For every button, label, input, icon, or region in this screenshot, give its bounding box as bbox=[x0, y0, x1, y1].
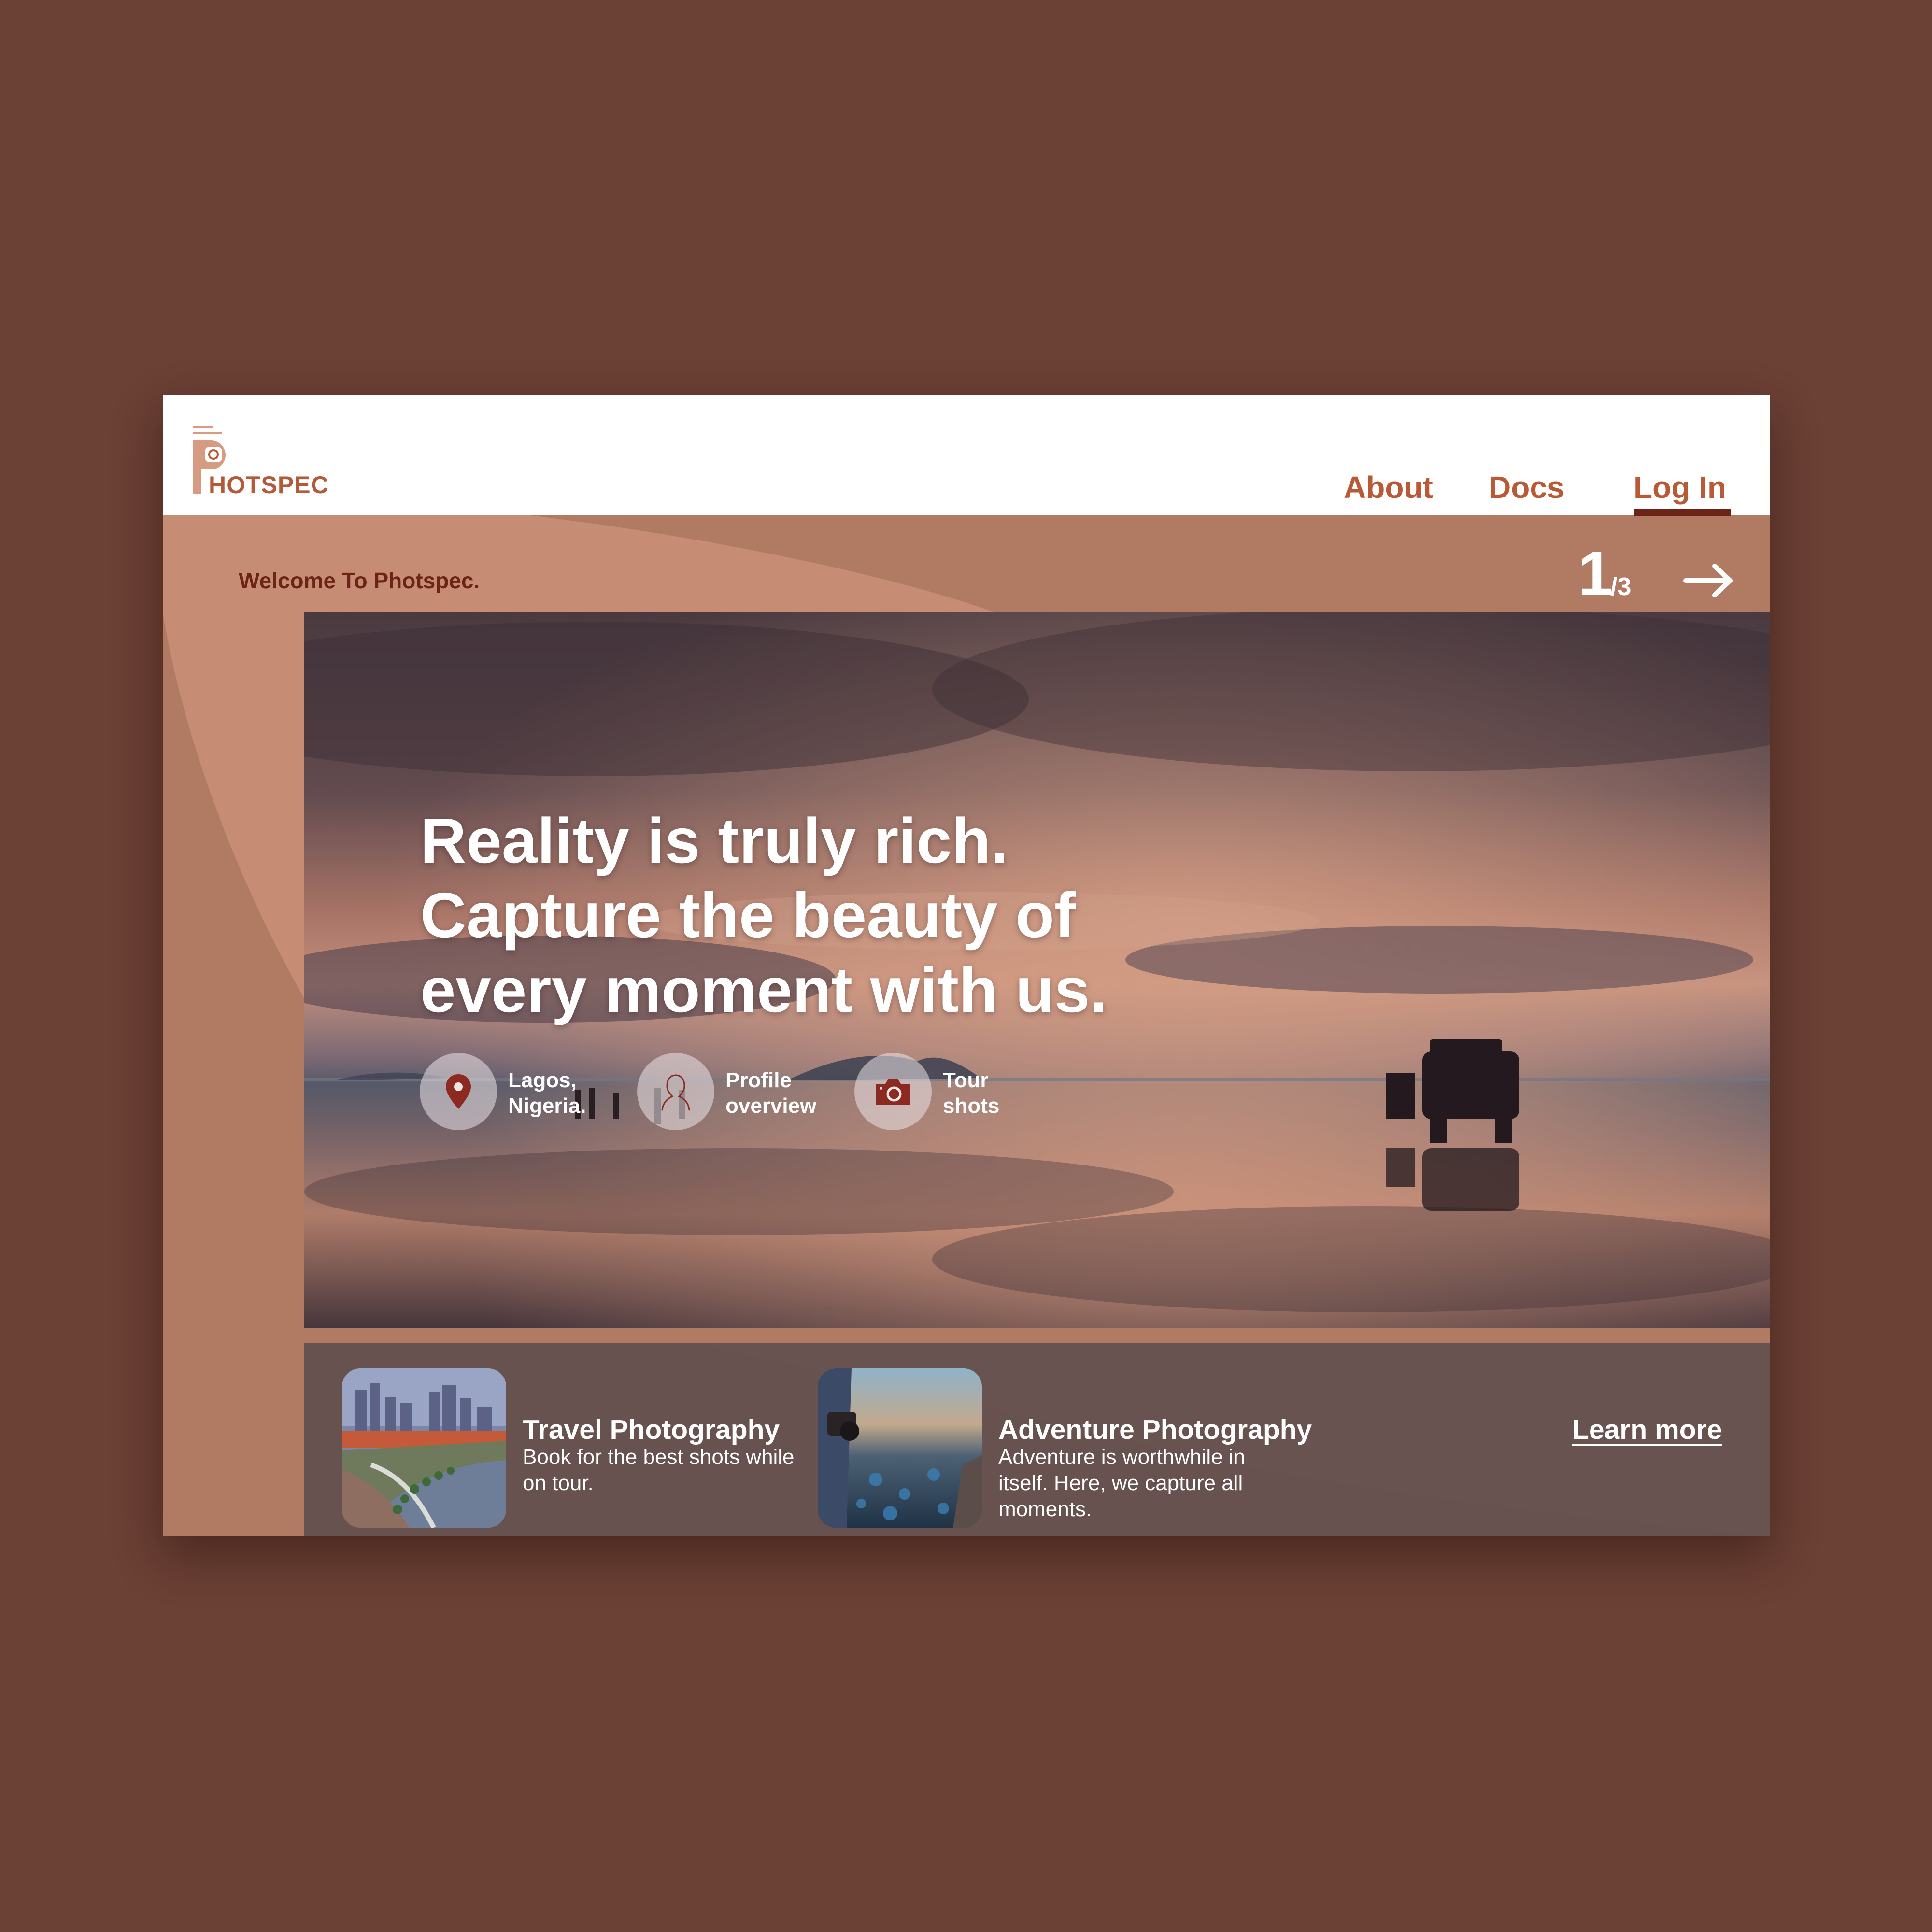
feature-location-circle bbox=[420, 1053, 497, 1130]
feature-profile-text: Profile overview bbox=[725, 1067, 816, 1119]
camera-icon bbox=[876, 1079, 910, 1105]
app-window: HOTSPEC About Docs Log In Welcome To Pho… bbox=[163, 395, 1770, 1536]
nav-about-link[interactable]: About bbox=[1344, 469, 1433, 505]
feature-profile-line-2: overview bbox=[725, 1094, 817, 1118]
active-nav-indicator bbox=[1634, 509, 1731, 516]
travel-photography-description: Book for the best shots while on tour. bbox=[523, 1445, 795, 1495]
feature-profile-circle bbox=[637, 1053, 714, 1130]
feature-location-text: Lagos, Nigeria. bbox=[508, 1067, 586, 1119]
feature-tour-shots-line-1: Tour bbox=[943, 1068, 989, 1092]
logo-wordmark: HOTSPEC bbox=[209, 471, 329, 498]
nav-login-link[interactable]: Log In bbox=[1634, 469, 1726, 505]
adventure-photo-thumbnail[interactable] bbox=[818, 1368, 982, 1528]
feature-location-line-2: Nigeria. bbox=[508, 1094, 586, 1118]
feature-tour-shots-circle bbox=[854, 1053, 932, 1130]
feature-tour-shots[interactable]: Tour shots bbox=[854, 1053, 1028, 1130]
feature-profile[interactable]: Profile overview bbox=[637, 1053, 840, 1130]
feature-location-line-1: Lagos, bbox=[508, 1068, 577, 1092]
hero-headline-line-1: Reality is truly rich. bbox=[420, 805, 1009, 876]
adventure-photography-description: Adventure is worthwhile in itself. Here,… bbox=[998, 1445, 1246, 1521]
feature-tour-shots-line-2: shots bbox=[943, 1094, 1000, 1118]
profile-icon bbox=[661, 1074, 690, 1111]
hero-headline-line-2: Capture the beauty of bbox=[420, 880, 1076, 951]
travel-photography-title[interactable]: Travel Photography bbox=[523, 1414, 780, 1446]
slide-total-number: /3 bbox=[1610, 573, 1632, 601]
travel-photo-thumbnail[interactable] bbox=[342, 1368, 506, 1528]
learn-more-link[interactable]: Learn more bbox=[1572, 1414, 1722, 1446]
feature-location[interactable]: Lagos, Nigeria. bbox=[420, 1053, 603, 1130]
slide-current-number: 1 bbox=[1578, 538, 1613, 609]
hero-headline-line-3: every moment with us. bbox=[420, 954, 1108, 1025]
photography-cards-panel: Travel Photography Book for the best sho… bbox=[304, 1343, 1770, 1536]
feature-profile-line-1: Profile bbox=[725, 1068, 792, 1092]
adventure-photography-title[interactable]: Adventure Photography bbox=[998, 1414, 1312, 1446]
photographer-mountain-image bbox=[818, 1368, 982, 1528]
nav-docs-link[interactable]: Docs bbox=[1489, 469, 1564, 505]
location-pin-icon bbox=[446, 1074, 471, 1109]
city-skyline-image bbox=[342, 1368, 506, 1528]
next-arrow-icon[interactable] bbox=[1683, 561, 1736, 600]
feature-tour-shots-text: Tour shots bbox=[943, 1067, 999, 1119]
welcome-text: Welcome To Photspec. bbox=[239, 568, 480, 593]
top-header: HOTSPEC About Docs Log In bbox=[163, 395, 1770, 516]
